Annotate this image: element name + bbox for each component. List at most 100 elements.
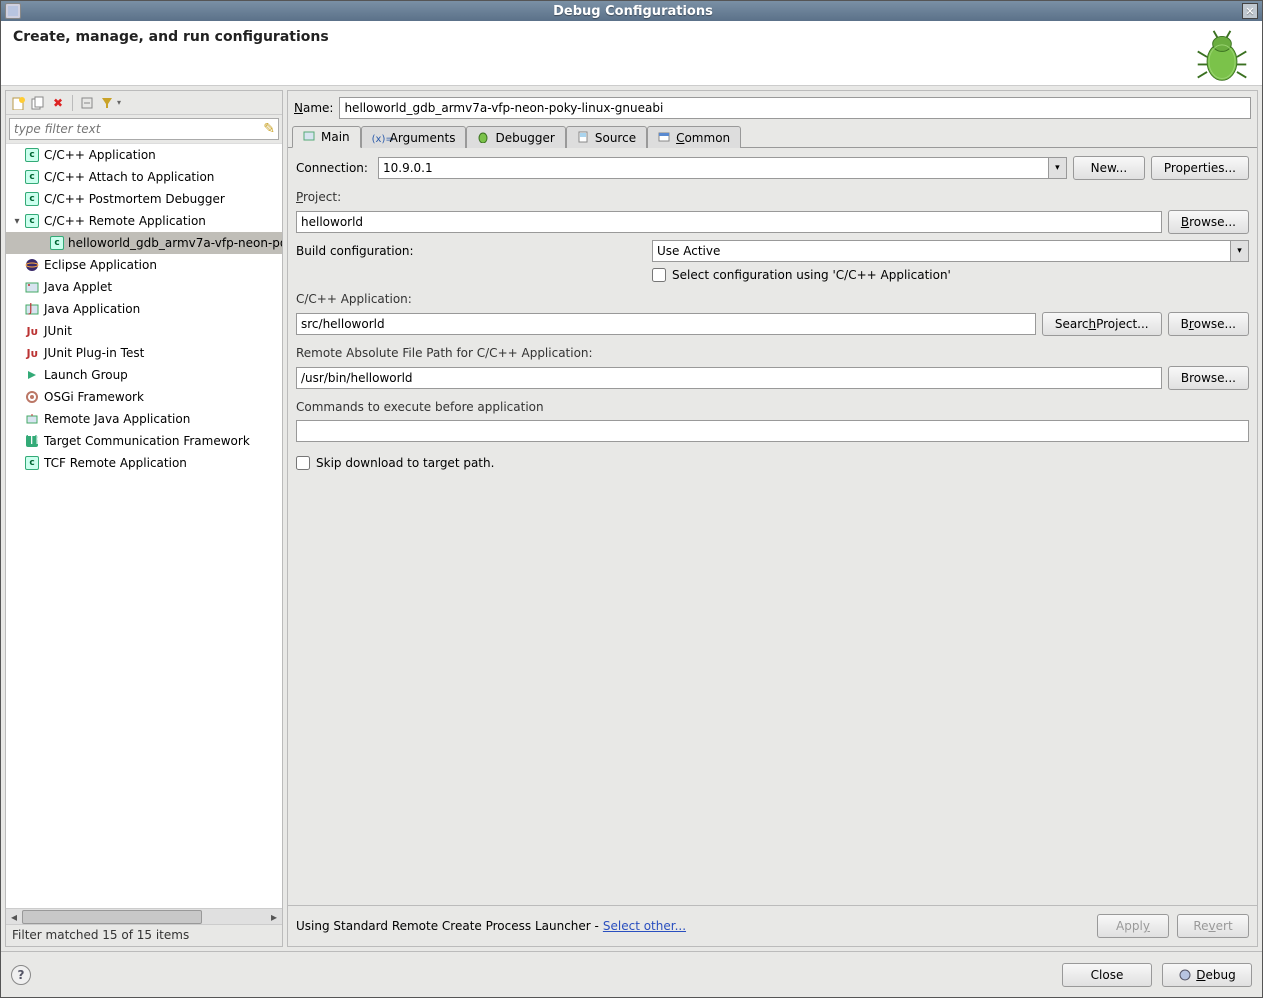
tree-item[interactable]: cTCF Remote Application <box>6 452 282 474</box>
dialog-title: Create, manage, and run configurations <box>13 29 329 45</box>
main-content: ✖ ▾ ✎ c C/C++ Application c C/C++ Attach to… <box>1 86 1262 951</box>
name-label: Name: <box>294 101 333 115</box>
tab-common[interactable]: Common <box>647 126 741 148</box>
tree-item-icon: Jᴜ <box>24 345 40 361</box>
project-input[interactable] <box>296 211 1162 233</box>
debug-configurations-window: Debug Configurations ✕ Create, manage, a… <box>0 0 1263 998</box>
connection-combo[interactable]: 10.9.0.1 ▾ <box>378 157 1067 179</box>
build-config-dropdown-button[interactable]: ▾ <box>1230 241 1248 261</box>
commands-before-input[interactable] <box>296 420 1249 442</box>
tree-item[interactable]: ▾c C/C++ Remote Application <box>6 210 282 232</box>
tree-item-label: C/C++ Attach to Application <box>44 170 214 184</box>
filter-row: ✎ <box>6 115 282 143</box>
tree-item[interactable]: Eclipse Application <box>6 254 282 276</box>
tree-item-label: Eclipse Application <box>44 258 157 272</box>
tab-arguments[interactable]: (x)=Arguments <box>361 126 467 148</box>
configurations-panel: ✖ ▾ ✎ c C/C++ Application c C/C++ Attach to… <box>5 90 283 947</box>
filter-config-icon[interactable] <box>99 95 115 111</box>
tree-item-icon: c <box>24 455 40 471</box>
tree-item[interactable]: Launch Group <box>6 364 282 386</box>
scroll-track[interactable] <box>22 910 266 924</box>
name-input[interactable] <box>339 97 1251 119</box>
close-window-button[interactable]: ✕ <box>1242 3 1258 19</box>
skip-download-row: Skip download to target path. <box>296 456 1249 470</box>
apply-button[interactable]: Apply <box>1097 914 1169 938</box>
tree-item[interactable]: OSGi Framework <box>6 386 282 408</box>
c-app-browse-button[interactable]: Browse... <box>1168 312 1249 336</box>
tab-label: Main <box>321 130 350 144</box>
tree-item[interactable]: JᴜJUnit <box>6 320 282 342</box>
tab-main[interactable]: Main <box>292 126 361 148</box>
tree-item[interactable]: Remote Java Application <box>6 408 282 430</box>
commands-before-label: Commands to execute before application <box>296 400 1249 414</box>
project-browse-button[interactable]: Browse... <box>1168 210 1249 234</box>
tree-item-icon <box>24 411 40 427</box>
remote-path-input[interactable] <box>296 367 1162 389</box>
tab-debugger[interactable]: Debugger <box>466 126 565 148</box>
toolbar-separator <box>72 95 73 111</box>
tab-icon <box>658 131 672 145</box>
main-tab-content: Connection: 10.9.0.1 ▾ New... Properties… <box>288 148 1257 905</box>
revert-button[interactable]: Revert <box>1177 914 1249 938</box>
scroll-thumb[interactable] <box>22 910 202 924</box>
tab-icon <box>303 130 317 144</box>
tree-item[interactable]: c C/C++ Application <box>6 144 282 166</box>
tree-item[interactable]: JᴜJUnit Plug-in Test <box>6 342 282 364</box>
tree-item-label: C/C++ Application <box>44 148 156 162</box>
collapse-all-icon[interactable] <box>79 95 95 111</box>
tree-item-icon: c <box>24 169 40 185</box>
new-connection-button[interactable]: New... <box>1073 156 1145 180</box>
launcher-text: Using Standard Remote Create Process Lau… <box>296 919 599 933</box>
tree-item[interactable]: Java Applet <box>6 276 282 298</box>
left-toolbar: ✖ ▾ <box>6 91 282 115</box>
connection-dropdown-button[interactable]: ▾ <box>1048 158 1066 178</box>
tab-source[interactable]: Source <box>566 126 647 148</box>
search-project-button[interactable]: Search Project... <box>1042 312 1162 336</box>
connection-properties-button[interactable]: Properties... <box>1151 156 1249 180</box>
debug-button[interactable]: Debug <box>1162 963 1252 987</box>
configurations-tree[interactable]: c C/C++ Application c C/C++ Attach to Appli… <box>6 143 282 908</box>
tab-icon: (x)= <box>372 131 386 145</box>
select-config-checkbox-label: Select configuration using 'C/C++ Applic… <box>672 268 951 282</box>
tab-icon <box>577 131 591 145</box>
tree-item-icon: c <box>24 147 40 163</box>
tree-item[interactable]: chelloworld_gdb_armv7a-vfp-neon-poky-lin… <box>6 232 282 254</box>
tree-item-icon: c <box>24 213 40 229</box>
tree-item-icon: J <box>24 301 40 317</box>
build-config-row: Build configuration: Use Active ▾ <box>296 240 1249 262</box>
select-config-checkbox[interactable] <box>652 268 666 282</box>
build-config-combo[interactable]: Use Active ▾ <box>652 240 1249 262</box>
delete-config-icon[interactable]: ✖ <box>50 95 66 111</box>
filter-dropdown-arrow[interactable]: ▾ <box>117 98 121 107</box>
tree-item-icon <box>24 389 40 405</box>
duplicate-config-icon[interactable] <box>30 95 46 111</box>
tree-horizontal-scrollbar[interactable]: ◂ ▸ <box>6 908 282 924</box>
build-config-label: Build configuration: <box>296 244 646 258</box>
name-row: Name: <box>288 91 1257 125</box>
new-config-icon[interactable] <box>10 95 26 111</box>
skip-download-checkbox[interactable] <box>296 456 310 470</box>
remote-path-browse-button[interactable]: Browse... <box>1168 366 1249 390</box>
tree-item[interactable]: cC/C++ Postmortem Debugger <box>6 188 282 210</box>
tab-icon <box>477 131 491 145</box>
clear-filter-icon[interactable]: ✎ <box>263 121 275 137</box>
filter-input[interactable] <box>9 118 279 140</box>
c-app-input[interactable] <box>296 313 1036 335</box>
tree-item-label: JUnit <box>44 324 72 338</box>
scroll-left-arrow[interactable]: ◂ <box>6 910 22 924</box>
tree-twisty[interactable]: ▾ <box>10 216 24 227</box>
tree-item[interactable]: c C/C++ Attach to Application <box>6 166 282 188</box>
tree-item[interactable]: TFTarget Communication Framework <box>6 430 282 452</box>
c-app-row: Search Project... Browse... <box>296 312 1249 336</box>
remote-path-label: Remote Absolute File Path for C/C++ Appl… <box>296 346 1249 360</box>
select-other-launcher-link[interactable]: Select other... <box>603 919 686 933</box>
close-button[interactable]: Close <box>1062 963 1152 987</box>
help-icon[interactable]: ? <box>11 965 31 985</box>
scroll-right-arrow[interactable]: ▸ <box>266 910 282 924</box>
tree-item-icon <box>24 279 40 295</box>
tree-item-label: C/C++ Remote Application <box>44 214 206 228</box>
tree-item-label: Java Application <box>44 302 140 316</box>
tree-item[interactable]: J Java Application <box>6 298 282 320</box>
configuration-details-panel: Name: Main(x)=ArgumentsDebuggerSourceCom… <box>287 90 1258 947</box>
tree-item-icon: c <box>24 191 40 207</box>
